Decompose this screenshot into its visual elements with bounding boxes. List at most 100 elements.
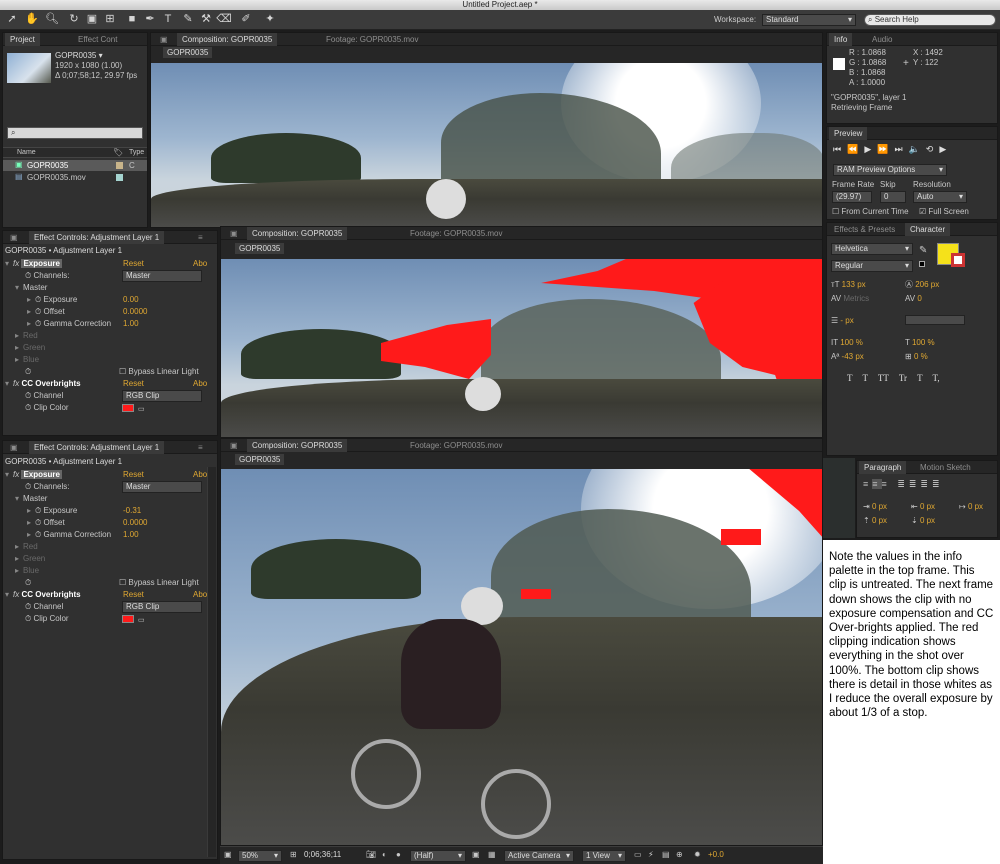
play-icon[interactable]: ▶ (864, 144, 877, 154)
space-before-value[interactable]: 0 px (872, 516, 887, 525)
disclosure-closed-icon[interactable]: ▸ (27, 318, 35, 330)
exposure-value[interactable]: -0.31 (123, 505, 141, 517)
all-caps-button[interactable]: TT (878, 373, 889, 383)
selection-tool-icon[interactable]: ➚ (4, 12, 20, 27)
project-row[interactable]: ▤ GOPR0035.mov (3, 172, 147, 183)
from-current-time-checkbox[interactable]: ☐ From Current Time (832, 207, 909, 216)
zoom-dropdown[interactable]: 50% ▾ (238, 850, 282, 862)
exposure-value[interactable]: 0.00 (123, 294, 139, 306)
type-tool-icon[interactable]: T (160, 12, 176, 27)
justify-all-icon[interactable]: ≣ (932, 479, 944, 489)
lock-icon[interactable]: ▣ (155, 33, 173, 46)
indent-first-value[interactable]: 0 px (968, 502, 983, 511)
kerning-value[interactable]: Metrics (843, 294, 869, 303)
disclosure-closed-icon[interactable]: ▸ (15, 354, 23, 366)
toggle-pixel-aspect-icon[interactable]: ▭ (634, 850, 642, 859)
rectangle-tool-icon[interactable]: ■ (124, 12, 140, 27)
cc-overbrights-effect-name[interactable]: CC Overbrights (21, 379, 80, 388)
leading-value[interactable]: 206 px (915, 280, 939, 289)
gamma-value[interactable]: 1.00 (123, 318, 139, 330)
about-button[interactable]: Abo (193, 378, 207, 390)
tab-character[interactable]: Character (905, 223, 951, 236)
clip-color-swatch[interactable] (122, 404, 134, 412)
loop-icon[interactable]: ⟲ (926, 144, 940, 154)
resolution-dropdown[interactable]: (Half) ▾ (410, 850, 466, 862)
comp-breadcrumb[interactable]: GOPR0035 (235, 243, 285, 254)
resolution-dropdown[interactable]: Auto ▾ (913, 191, 967, 203)
disclosure-closed-icon[interactable]: ▸ (15, 565, 23, 577)
exposure-effect-name[interactable]: Exposure (21, 259, 62, 268)
timeline-icon[interactable]: ▤ (662, 850, 670, 859)
scrollbar[interactable] (207, 467, 216, 857)
disclosure-open-icon[interactable]: ▾ (15, 282, 23, 294)
roi-icon[interactable]: ▣ (472, 850, 480, 859)
pan-behind-tool-icon[interactable]: ⊞ (102, 12, 118, 27)
horizontal-scale-value[interactable]: 100 % (912, 338, 935, 347)
reset-button[interactable]: Reset (123, 469, 144, 481)
viewer-frame[interactable] (151, 63, 822, 227)
viewer-frame[interactable] (221, 469, 822, 845)
disclosure-closed-icon[interactable]: ▸ (15, 553, 23, 565)
align-right-icon[interactable]: ≡ (882, 479, 891, 489)
column-type-header[interactable]: Type (129, 149, 144, 156)
rotate-tool-icon[interactable]: ↻ (66, 12, 82, 27)
superscript-button[interactable]: T (917, 373, 922, 383)
exposure-effect-name[interactable]: Exposure (21, 470, 62, 479)
channel-icon[interactable]: ● (396, 850, 401, 859)
first-frame-icon[interactable]: ⏮ (833, 144, 847, 154)
gamma-value[interactable]: 1.00 (123, 529, 139, 541)
comp-breadcrumb[interactable]: GOPR0035 (235, 454, 285, 465)
project-search-input[interactable]: ⌕ (7, 127, 143, 139)
region-of-interest-icon[interactable]: ▣ (224, 850, 232, 859)
lock-icon[interactable]: ▣ (5, 231, 23, 244)
channel-dropdown[interactable]: RGB Clip (122, 390, 202, 402)
hand-tool-icon[interactable]: ✋ (24, 12, 40, 27)
justify-icon[interactable]: ≣ (897, 479, 909, 489)
reset-button[interactable]: Reset (123, 378, 144, 390)
disclosure-closed-icon[interactable]: ▸ (27, 505, 35, 517)
offset-value[interactable]: 0.0000 (123, 306, 147, 318)
eraser-tool-icon[interactable]: ⌫ (216, 12, 232, 27)
bypass-checkbox[interactable]: ☐ Bypass Linear Light (119, 577, 199, 589)
exposure-icon[interactable]: ✹ (694, 850, 701, 859)
transparency-grid-icon[interactable]: ▦ (488, 850, 496, 859)
disclosure-open-icon[interactable]: ▾ (5, 589, 13, 601)
bypass-checkbox[interactable]: ☐ Bypass Linear Light (119, 366, 199, 378)
frame-rate-dropdown[interactable]: (29.97) (832, 191, 872, 203)
workspace-dropdown[interactable]: Standard ▾ (762, 14, 856, 26)
small-caps-button[interactable]: Tr (899, 373, 907, 383)
eyedropper-icon[interactable]: ▭ (138, 615, 145, 627)
faux-bold-button[interactable]: T (847, 373, 852, 383)
reset-button[interactable]: Reset (123, 589, 144, 601)
disclosure-open-icon[interactable]: ▾ (15, 493, 23, 505)
full-screen-checkbox[interactable]: ☑ Full Screen (919, 207, 969, 216)
menu-icon[interactable]: ≡ (193, 231, 208, 244)
clip-color-swatch[interactable] (122, 615, 134, 623)
project-row[interactable]: ▣ GOPR0035 C (3, 160, 147, 171)
menu-icon[interactable]: ≡ (193, 441, 208, 454)
tab-composition[interactable]: Composition: GOPR0035 (247, 227, 348, 240)
space-after-value[interactable]: 0 px (920, 516, 935, 525)
tab-footage[interactable]: Footage: GOPR0035.mov (405, 439, 508, 452)
zoom-tool-icon[interactable]: 🔍︎ (44, 12, 60, 27)
stroke-width-value[interactable]: - px (840, 316, 853, 325)
audio-icon[interactable]: 🔈 (909, 144, 926, 154)
camera-dropdown[interactable]: Active Camera ▾ (504, 850, 574, 862)
lock-icon[interactable]: ▣ (5, 441, 23, 454)
reset-button[interactable]: Reset (123, 258, 144, 270)
disclosure-closed-icon[interactable]: ▸ (27, 529, 35, 541)
comp-breadcrumb[interactable]: GOPR0035 (163, 47, 213, 58)
grid-icon[interactable]: ⊞ (290, 850, 297, 859)
disclosure-open-icon[interactable]: ▾ (5, 469, 13, 481)
tab-effect-controls[interactable]: Effect Cont (73, 33, 122, 46)
tab-info[interactable]: Info (829, 33, 853, 46)
disclosure-open-icon[interactable]: ▾ (5, 258, 13, 270)
roto-brush-tool-icon[interactable]: ✐ (238, 12, 254, 27)
tab-composition[interactable]: Composition: GOPR0035 (177, 33, 278, 46)
stroke-color-swatch[interactable] (951, 253, 965, 267)
tab-effect-controls[interactable]: Effect Controls: Adjustment Layer 1 (29, 231, 165, 244)
snapshot-icon[interactable]: 📷︎ (366, 850, 376, 859)
ram-preview-icon[interactable]: ▶ (939, 144, 952, 154)
last-frame-icon[interactable]: ⏭ (894, 144, 908, 154)
tab-composition[interactable]: Composition: GOPR0035 (247, 439, 348, 452)
